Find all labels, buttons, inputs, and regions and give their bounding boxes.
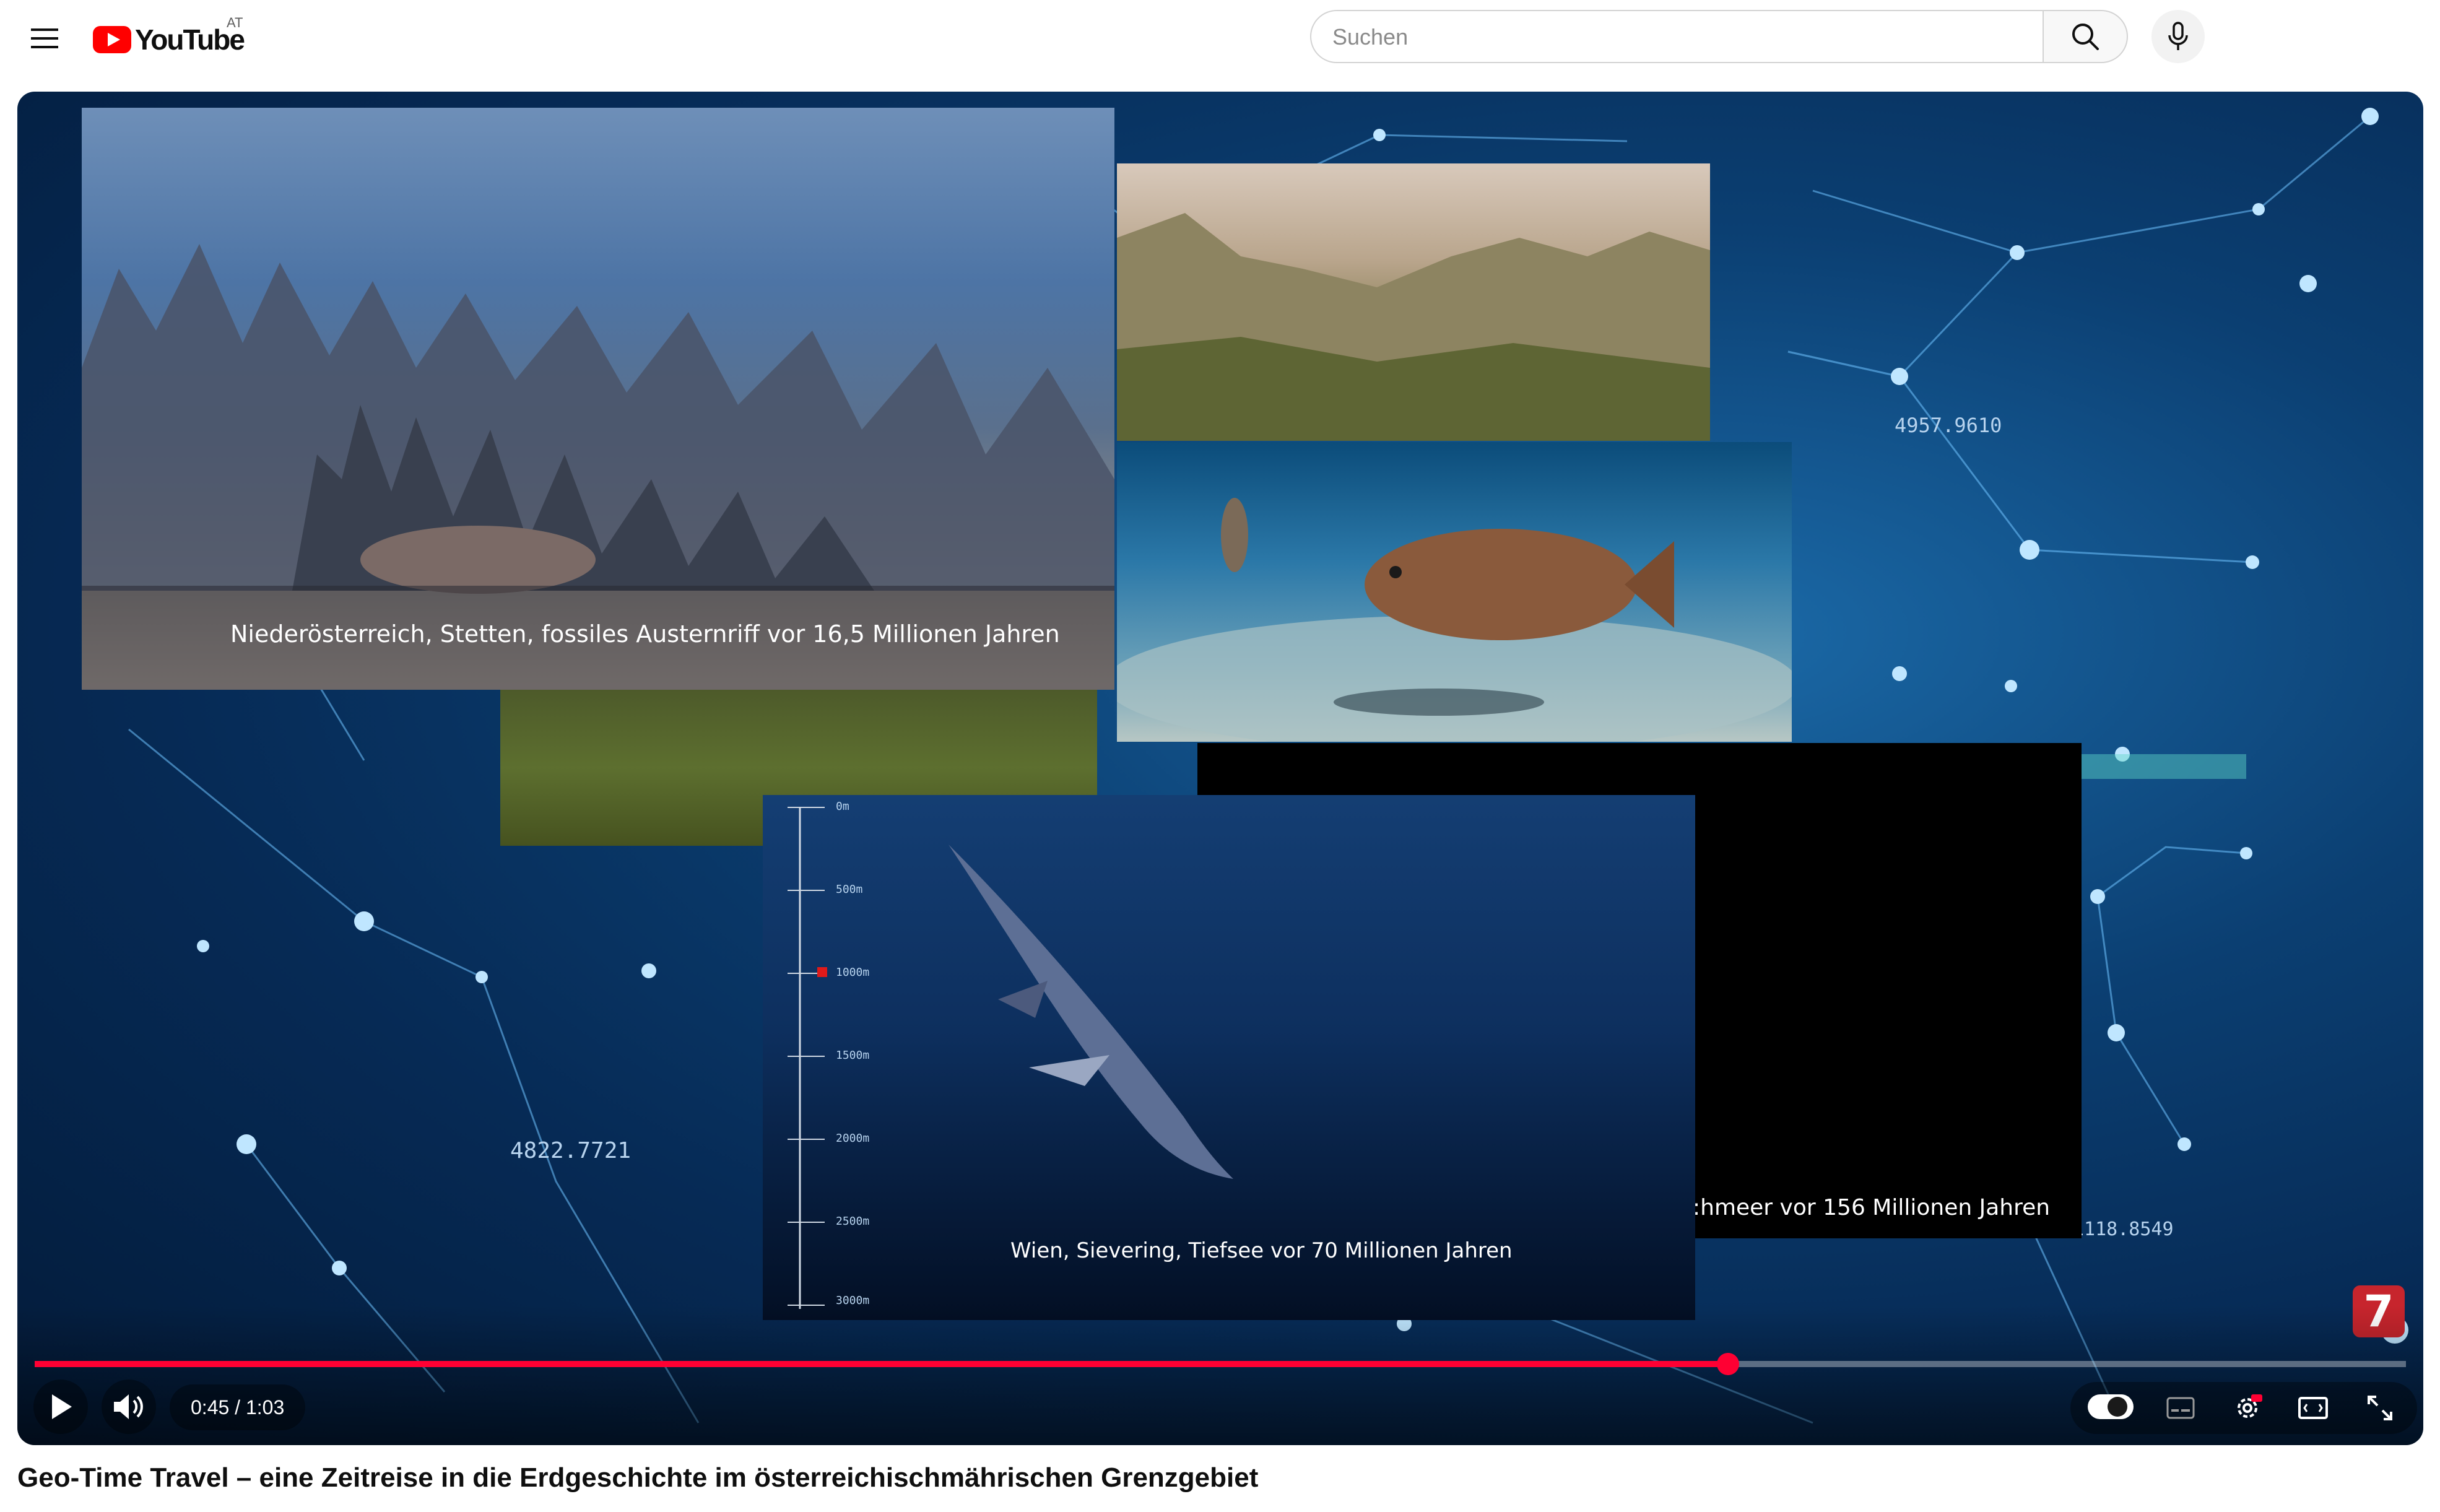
fullscreen-icon [2368,1396,2392,1420]
underwater-scene [1117,442,1792,742]
volume-button[interactable] [102,1379,156,1434]
volume-icon [114,1394,143,1419]
microphone-icon [2168,22,2188,50]
reef-scene: Niederösterreich, Stetten, fossiles Aust… [82,108,1114,690]
depth-label: 500m [836,883,863,896]
mountain-ridge [1117,213,1710,441]
background-number: 1118.8549 [2073,1219,2174,1240]
deep-caption: Wien, Sievering, Tiefsee vor 70 Millione… [1010,1238,1513,1263]
autoplay-play-icon [2108,1397,2127,1417]
mountain-scene [1117,163,1710,441]
search-input[interactable] [1331,21,2027,53]
video-title: Geo-Time Travel – eine Zeitreise in die … [17,1462,1259,1493]
masthead: YouTube AT [0,0,2440,87]
time-display: 0:45 / 1:03 [170,1384,306,1430]
voice-search-button[interactable] [2151,10,2205,63]
fish-illustration [1117,498,1792,742]
search-button[interactable] [2043,10,2128,63]
reef-caption: Niederösterreich, Stetten, fossiles Aust… [230,620,1060,648]
depth-label: 2000m [836,1132,870,1145]
play-icon [52,1394,72,1419]
country-code: AT [227,15,243,30]
subtitles-icon [2166,1397,2195,1419]
theater-icon [2298,1397,2328,1419]
search-icon [2072,24,2099,50]
progress-scrubber[interactable] [1716,1353,1739,1375]
youtube-logo[interactable]: YouTube [93,21,245,58]
background-number: 4822.7721 [510,1138,632,1163]
black-caption: :hmeer vor 156 Millionen Jahren [1693,1195,2051,1220]
background-number: 4957.9610 [1895,414,2002,437]
autoplay-toggle[interactable] [2088,1394,2134,1419]
progress-played [35,1361,1728,1367]
depth-label: 0m [836,800,849,813]
video-player[interactable]: 4957.9610 4822.7721 1118.8549 Niederöste… [17,92,2423,1445]
depth-label: 1500m [836,1049,870,1062]
play-button[interactable] [33,1379,88,1434]
gear-icon [2238,1394,2262,1418]
depth-label: 2500m [836,1215,870,1228]
settings-button[interactable] [2221,1382,2273,1434]
theater-mode-button[interactable] [2287,1382,2339,1434]
deep-sea-scene: 0m 500m 1000m 1500m 2000m 2500m 3000m Wi… [763,795,1695,1320]
subtitles-button[interactable] [2155,1382,2207,1434]
menu-button[interactable] [25,19,64,58]
youtube-play-icon [93,26,131,53]
hamburger-icon [31,28,58,48]
fullscreen-button[interactable] [2354,1382,2406,1434]
depth-label: 1000m [836,966,870,979]
controls-gradient [17,1305,2423,1445]
